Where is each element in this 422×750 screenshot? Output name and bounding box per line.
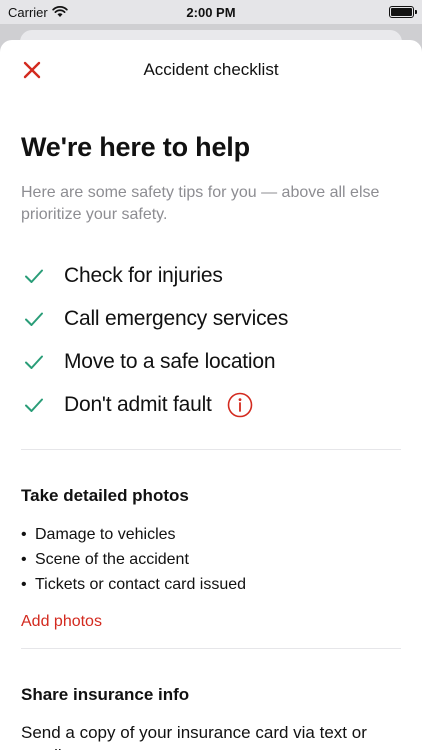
nav-bar: Accident checklist: [0, 40, 422, 100]
checklist-item-label: Move to a safe location: [64, 349, 276, 373]
add-photos-link[interactable]: Add photos: [21, 613, 102, 631]
checklist-item: Don't admit fault: [21, 383, 401, 426]
list-item: • Tickets or contact card issued: [21, 572, 401, 597]
list-item-label: Scene of the accident: [35, 551, 189, 568]
checklist-sheet: Accident checklist We're here to help He…: [0, 40, 422, 750]
list-item-label: Damage to vehicles: [35, 526, 176, 543]
checklist-item-label: Check for injuries: [64, 263, 223, 287]
checkmark-icon: [25, 355, 43, 369]
sheet-content: We're here to help Here are some safety …: [0, 132, 422, 750]
checkmark-icon: [25, 312, 43, 326]
status-time: 2:00 PM: [186, 5, 236, 20]
battery-fill: [391, 8, 412, 16]
status-bar: Carrier 2:00 PM: [0, 0, 422, 24]
checklist-item: Call emergency services: [21, 297, 401, 340]
checkmark-icon: [25, 398, 43, 412]
list-item: • Damage to vehicles: [21, 522, 401, 547]
checkmark-icon: [25, 269, 43, 283]
page-subtitle: Here are some safety tips for you — abov…: [21, 184, 380, 223]
checklist-item: Check for injuries: [21, 254, 401, 297]
nav-title: Accident checklist: [143, 60, 279, 79]
list-item: • Scene of the accident: [21, 547, 401, 572]
photos-bullet-list: • Damage to vehicles • Scene of the accide…: [21, 522, 401, 597]
photos-section-title: Take detailed photos: [21, 486, 189, 505]
battery-icon: [389, 6, 417, 18]
page-title: We're here to help: [21, 132, 250, 162]
insurance-section-title: Share insurance info: [21, 685, 190, 704]
checklist-item-label: Call emergency services: [64, 306, 289, 330]
section-divider: [21, 648, 401, 649]
insurance-section-body: Send a copy of your insurance card via t…: [21, 723, 367, 750]
checklist-item-label: Don't admit fault: [64, 392, 212, 416]
info-icon[interactable]: [227, 392, 253, 418]
checklist-item: Move to a safe location: [21, 340, 401, 383]
safety-checklist: Check for injuries Call emergency servic…: [21, 254, 401, 426]
section-divider: [21, 449, 401, 450]
list-item-label: Tickets or contact card issued: [35, 576, 247, 593]
